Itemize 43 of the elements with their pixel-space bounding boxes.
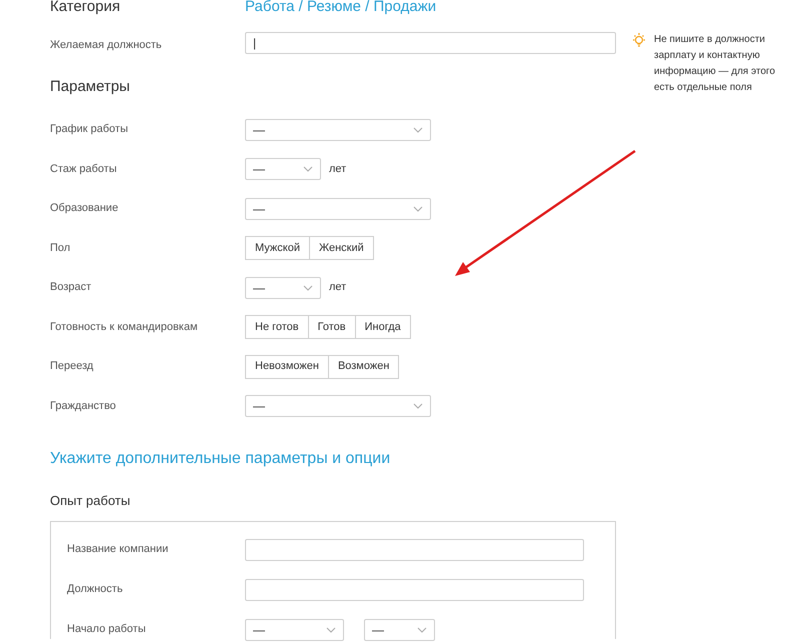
toggle-button[interactable]: Иногда	[356, 315, 411, 339]
chevron-down-icon	[303, 166, 313, 172]
toggle-button[interactable]: Готов	[308, 315, 356, 339]
dropdown[interactable]: —	[245, 395, 431, 417]
field-label: Переезд	[50, 359, 94, 374]
text-input[interactable]	[245, 538, 584, 560]
field-label: Образование	[50, 201, 120, 216]
dropdown[interactable]: —	[245, 276, 321, 298]
text-input[interactable]	[245, 578, 584, 600]
toggle-button[interactable]: Невозможен	[245, 354, 329, 378]
dropdown[interactable]: —	[364, 618, 435, 640]
chevron-down-icon	[413, 206, 423, 212]
chevron-down-icon	[417, 626, 427, 632]
dropdown[interactable]: —	[245, 158, 321, 180]
field-label: Стаж работы	[50, 162, 118, 177]
toggle-button[interactable]: Не готов	[245, 315, 309, 339]
field-label: Желаемая должность	[50, 38, 163, 53]
toggle-button[interactable]: Возможен	[328, 354, 400, 378]
section-heading: Укажите дополнительные параметры и опции	[50, 449, 392, 469]
dropdown[interactable]: —	[245, 618, 344, 640]
unit-label: лет	[329, 162, 346, 177]
toggle-button[interactable]: Женский	[310, 236, 374, 260]
chevron-down-icon	[303, 284, 313, 290]
field-label: График работы	[50, 122, 129, 138]
dropdown[interactable]: —	[245, 198, 431, 220]
dropdown[interactable]: —	[245, 118, 431, 140]
field-label: Пол	[50, 240, 72, 256]
section-heading: Параметры	[50, 77, 130, 97]
field-label: Категория	[50, 0, 122, 14]
field-label: Гражданство	[50, 398, 117, 414]
field-label: Возраст	[50, 280, 92, 296]
hint-text: Не пишите в должности зарплату и контактную информацию — для этого есть отдельные поля	[654, 33, 776, 95]
field-label: Начало работы	[67, 622, 147, 638]
text-input[interactable]: |	[245, 32, 616, 54]
toggle-button[interactable]: Мужской	[245, 236, 310, 260]
field-label: Должность	[67, 582, 124, 598]
chevron-down-icon	[326, 626, 336, 632]
field-label: Готовность к командировкам	[50, 320, 199, 335]
unit-label: лет	[329, 280, 346, 296]
chevron-down-icon	[413, 403, 423, 409]
chevron-down-icon	[413, 126, 423, 132]
subsection-heading: Опыт работы	[50, 492, 132, 510]
field-label: Название компании	[67, 542, 170, 558]
